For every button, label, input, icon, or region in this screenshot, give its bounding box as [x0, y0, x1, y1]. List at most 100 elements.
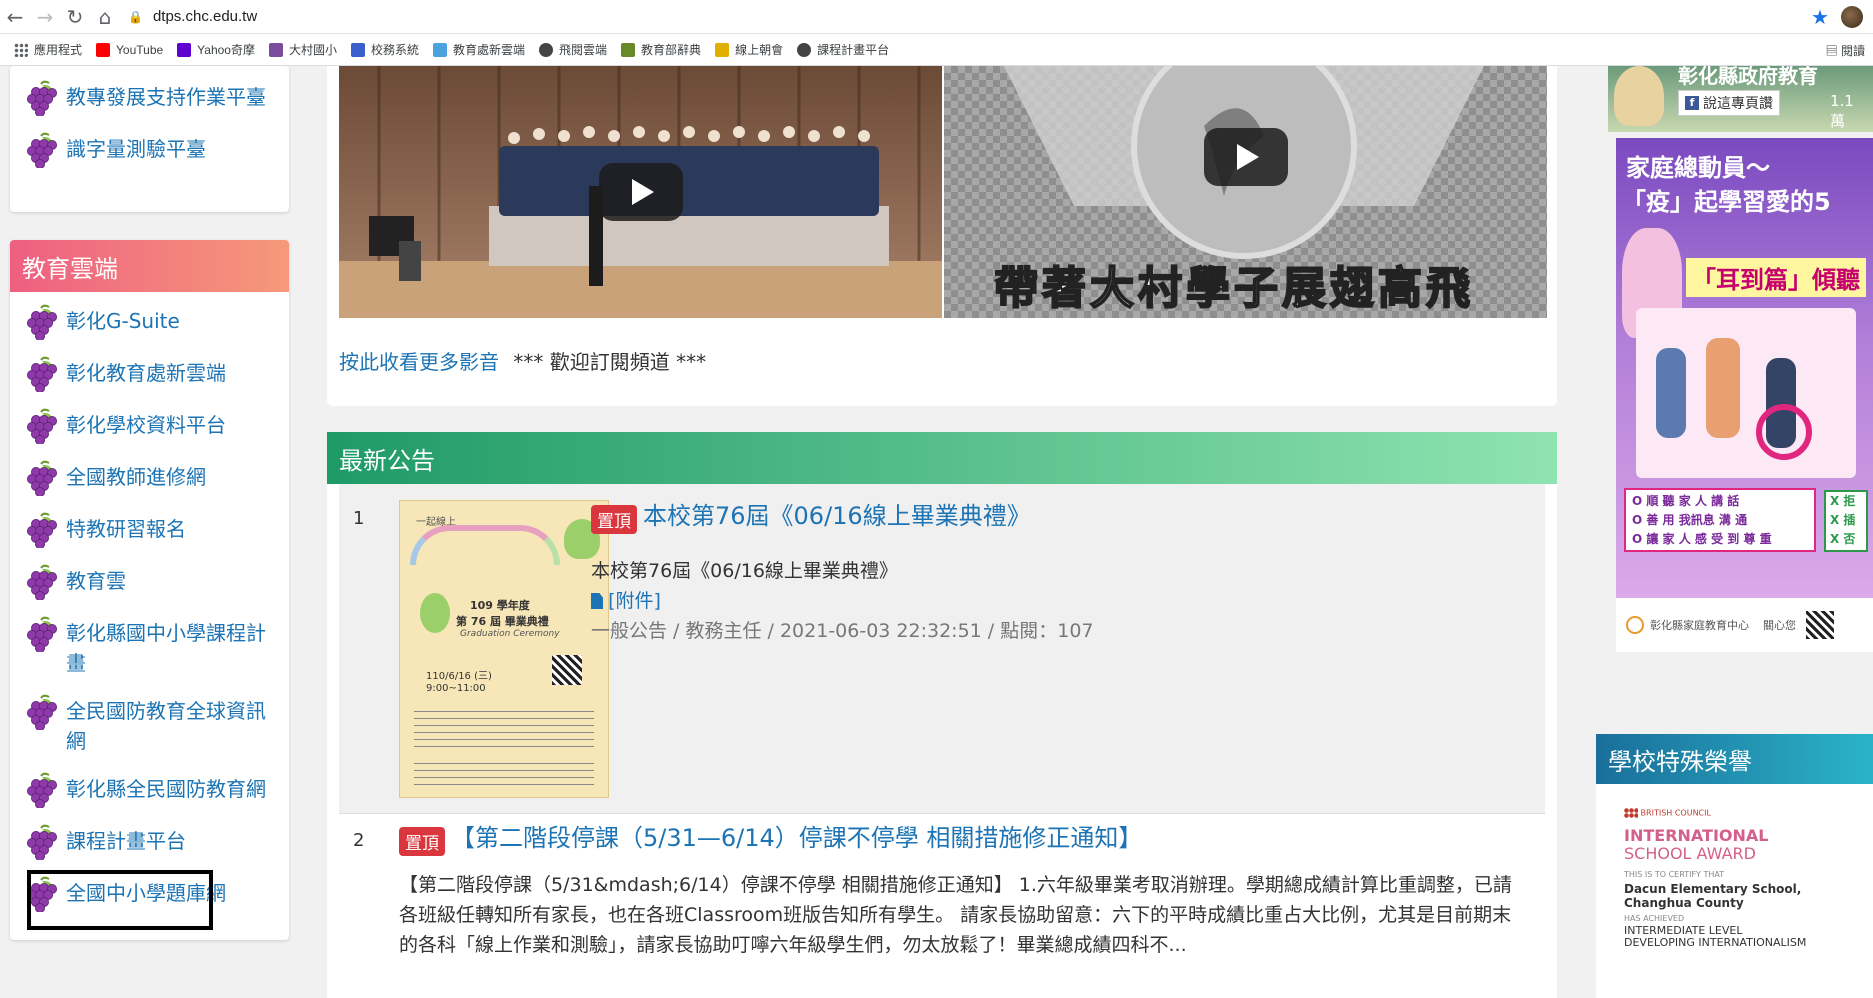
poster-x: X 拒: [1830, 494, 1856, 508]
sidebar-link[interactable]: 課程計畫平台: [10, 816, 289, 868]
news-section-title: 最新公告: [327, 432, 1557, 484]
attachment-link[interactable]: [附件]: [608, 590, 661, 612]
thumb-cap-icon: [420, 593, 450, 633]
poster-bullets-box: O 順 聽 家 人 講 話 O 善 用 我訊息 溝 通 O 讓 家 人 感 受 …: [1624, 488, 1816, 552]
cloud-section: 教育雲端 彰化G-Suite 彰化教育處新雲端 彰化學校資料平台 全國教師進修網 特教研…: [10, 240, 289, 940]
forward-icon[interactable]: →: [30, 2, 60, 32]
sidebar-link[interactable]: 全國教師進修網: [10, 452, 289, 504]
video-choir[interactable]: [339, 66, 942, 318]
sidebar-link[interactable]: 彰化學校資料平台: [10, 400, 289, 452]
news-meta: 一般公告 / 教務主任 / 2021-06-03 22:32:51 / 點閱：1…: [591, 620, 1094, 642]
level-line2: DEVELOPING INTERNATIONALISM: [1624, 936, 1807, 949]
fb-mascot: [1614, 66, 1664, 126]
british-council-logo: BRITISH COUNCIL: [1624, 808, 1711, 818]
sidebar-link[interactable]: 彰化縣國中小學課程計畫: [10, 608, 289, 686]
reload-icon[interactable]: ↻: [60, 2, 90, 32]
school-name: Dacun Elementary School,: [1624, 882, 1802, 896]
play-button[interactable]: [1203, 127, 1288, 186]
poster-x: X 否: [1830, 532, 1856, 546]
news-title-link[interactable]: 【第二階段停課（5/31—6/14）停課不停學 相關措施修正通知】: [451, 824, 1142, 852]
qr-code-icon: [1806, 611, 1834, 639]
top-links-card: 教專發展支持作業平臺 識字量測驗平臺: [10, 66, 289, 212]
honor-section-title: 學校特殊榮譽: [1596, 734, 1873, 784]
more-videos-link[interactable]: 按此收看更多影音: [339, 350, 499, 374]
sidebar-link[interactable]: 教育雲: [10, 556, 289, 608]
poster-x-box: X 拒 X 插 X 否: [1824, 490, 1868, 552]
sidebar-link[interactable]: 彰化G-Suite: [10, 296, 289, 348]
grape-icon: [27, 694, 57, 730]
attachment-row: [附件]: [591, 586, 661, 613]
news-item: 1 一起線上 109 學年度 第 76 屆 畢業典禮 Graduation Ce…: [339, 484, 1545, 814]
youtube-icon: [96, 42, 111, 57]
sidebar-link[interactable]: 識字量測驗平臺: [10, 124, 289, 176]
bookmark-item[interactable]: 課程計畫平台: [797, 41, 889, 58]
reading-list[interactable]: ▤ 閱讀: [1826, 42, 1865, 59]
address-bar[interactable]: 🔒 dtps.chc.edu.tw: [128, 4, 1805, 30]
thumb-text: [414, 711, 594, 751]
grape-icon: [27, 564, 57, 600]
video-promo[interactable]: 帶著大村學子展翅高飛: [944, 66, 1547, 318]
poster-bullet: O 善 用 我訊息 溝 通: [1632, 513, 1748, 527]
news-thumbnail[interactable]: 一起線上 109 學年度 第 76 屆 畢業典禮 Graduation Cere…: [399, 500, 609, 798]
poster-ear-label: 「耳到篇」傾聽: [1686, 258, 1866, 297]
award-line2: SCHOOL AWARD: [1624, 844, 1756, 863]
bookmark-item[interactable]: 大村國小: [268, 41, 337, 58]
poster-x: X 插: [1830, 513, 1856, 527]
meeting-icon: [715, 42, 730, 57]
poster-scene: [1636, 308, 1856, 478]
dictionary-icon: [621, 42, 636, 57]
fb-like-button[interactable]: f 說這專頁讚: [1678, 90, 1780, 116]
back-icon[interactable]: ←: [0, 2, 30, 32]
subscribe-text: *** 歡迎訂閱頻道 ***: [513, 350, 707, 374]
bookmark-item[interactable]: 校務系統: [351, 41, 419, 58]
poster-footer: 彰化縣家庭教育中心 關心您: [1616, 598, 1873, 652]
globe-icon: [797, 42, 812, 57]
bookmark-item[interactable]: 教育部辭典: [621, 41, 701, 58]
reading-list-icon: ▤: [1825, 44, 1838, 58]
thumb-year: 109 學年度: [470, 599, 530, 612]
thumb-text2: [414, 763, 594, 787]
news-item: 2 置頂 【第二階段停課（5/31—6/14）停課不停學 相關措施修正通知】 【第…: [339, 814, 1545, 998]
honor-certificate[interactable]: BRITISH COUNCIL INTERNATIONAL SCHOOL AWA…: [1596, 784, 1873, 998]
sidebar-link[interactable]: 全民國防教育全球資訊網: [10, 686, 289, 764]
grape-icon: [27, 80, 57, 116]
news-title-link[interactable]: 本校第76屆《06/16線上畢業典禮》: [643, 502, 1031, 530]
news-summary: 【第二階段停課（5/31&mdash;6/14）停課不停學 相關措施修正通知】 …: [399, 874, 1512, 956]
profile-avatar[interactable]: [1841, 5, 1863, 28]
sidebar-link[interactable]: 教專發展支持作業平臺: [10, 72, 289, 124]
thumb-rainbow: [410, 525, 560, 565]
poster-line1: 家庭總動員～: [1626, 154, 1770, 182]
bookmark-item[interactable]: 應用程式: [14, 41, 82, 58]
certify-line: THIS IS TO CERTIFY THAT: [1624, 870, 1725, 879]
grape-icon: [27, 356, 57, 392]
bookmark-star-icon[interactable]: ★: [1805, 5, 1835, 29]
thumb-grad: 第 76 屆 畢業典禮: [456, 615, 549, 628]
lock-icon: 🔒: [128, 9, 143, 24]
home-icon[interactable]: ⌂: [90, 2, 120, 32]
thumb-time: 9:00~11:00: [426, 683, 486, 694]
video-caption: 帶著大村學子展翅高飛: [993, 262, 1474, 315]
grape-icon: [27, 772, 57, 808]
bookmark-item[interactable]: 教育處新雲端: [433, 41, 525, 58]
org-logo-icon: [1626, 616, 1644, 634]
video-footer: 按此收看更多影音 *** 歡迎訂閱頻道 ***: [339, 346, 706, 375]
bookmark-item[interactable]: 飛閱雲端: [539, 41, 607, 58]
sidebar-link[interactable]: 彰化教育處新雲端: [10, 348, 289, 400]
play-button[interactable]: [598, 163, 683, 221]
fb-page-title: 彰化縣政府教育: [1678, 66, 1818, 88]
bookmark-item[interactable]: 線上朝會: [715, 41, 783, 58]
sidebar-link[interactable]: 彰化縣全民國防教育網: [10, 764, 289, 816]
news-index: 2: [353, 830, 365, 851]
news-summary: 本校第76屆《06/16線上畢業典禮》: [591, 560, 898, 582]
poster-bullet: O 讓 家 人 感 受 到 尊 重: [1632, 532, 1772, 546]
bookmark-item[interactable]: YouTube: [96, 42, 163, 57]
grape-icon: [27, 460, 57, 496]
cloud-section-title: 教育雲端: [10, 240, 289, 292]
family-education-poster[interactable]: 家庭總動員～ 「疫」起學習愛的5 「耳到篇」傾聽 O 順 聽 家 人 講 話 O…: [1616, 138, 1873, 652]
bookmark-item[interactable]: Yahoo奇摩: [177, 41, 255, 58]
grape-icon: [27, 512, 57, 548]
pinned-badge: 置頂: [591, 505, 637, 534]
thumb-en: Graduation Ceremony: [460, 629, 560, 639]
facebook-page-banner[interactable]: 彰化縣政府教育 f 說這專頁讚 1.1 萬: [1608, 66, 1873, 132]
sidebar-link[interactable]: 特教研習報名: [10, 504, 289, 556]
